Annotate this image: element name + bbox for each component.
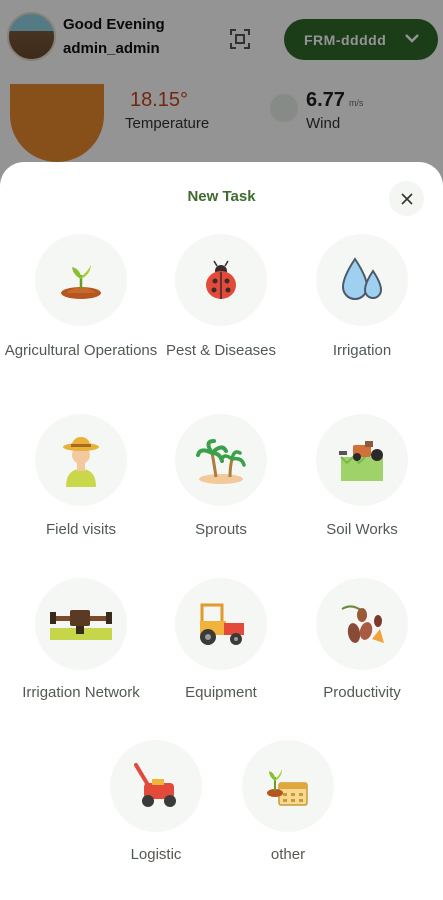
soil-machine-icon [339,441,383,481]
task-icon-circle [316,578,408,670]
task-icon-circle [110,740,202,832]
sheet-title: New Task [187,188,256,205]
task-label: Productivity [323,684,401,701]
task-icon-circle [35,578,127,670]
pipe-network-icon [50,610,112,640]
seedling-calendar-icon [267,769,308,806]
task-icon-circle [35,414,127,506]
water-drops-icon [341,257,383,300]
task-icon-circle [316,234,408,326]
task-icon-circle [175,414,267,506]
task-icon-circle [175,578,267,670]
farmer-icon [63,437,99,487]
close-icon [400,192,413,205]
task-label: other [270,846,306,863]
ladybug-icon [206,260,236,299]
task-icon-circle [242,740,334,832]
sprout-soil-icon [61,265,101,299]
task-label: Soil Works [326,521,398,538]
task-icon-circle [175,234,267,326]
close-button[interactable] [389,181,424,216]
task-icon-circle [35,234,127,326]
palm-trees-icon [196,439,246,484]
task-label: Irrigation [332,342,392,359]
lawn-mower-icon [134,763,176,807]
task-icon-circle [316,414,408,506]
dates-icon [341,605,384,643]
tractor-icon [200,603,244,645]
